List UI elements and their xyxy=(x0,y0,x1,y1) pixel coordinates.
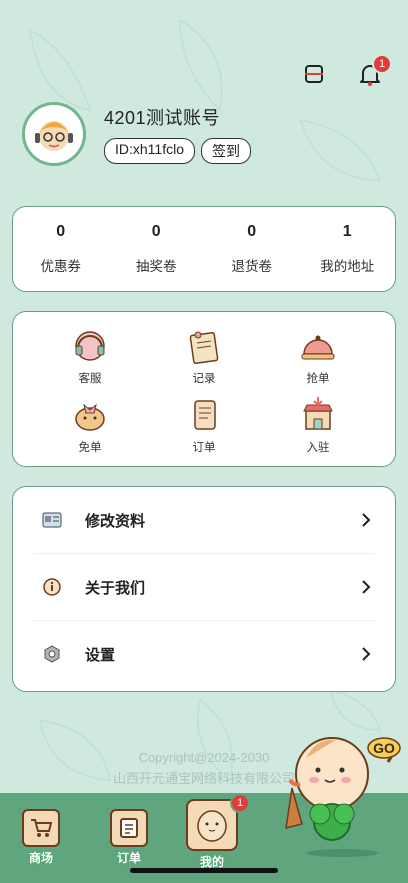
tab-orders[interactable]: 订单 xyxy=(110,809,148,866)
menu-label: 修改资料 xyxy=(85,512,146,530)
home-indicator xyxy=(130,868,278,873)
mascot-hamster: GO xyxy=(285,737,401,857)
stat-value: 0 xyxy=(247,223,257,240)
tab-mall[interactable]: 商场 xyxy=(22,809,60,866)
record-icon xyxy=(182,324,226,368)
username: 4201测试账号 xyxy=(104,108,221,128)
headset-icon xyxy=(68,324,112,368)
stat-return-vouchers[interactable]: 0 退货卷 xyxy=(204,207,300,291)
mascot-go-text: GO xyxy=(373,740,395,756)
chevron-right-icon xyxy=(362,647,371,661)
store-icon xyxy=(296,393,340,437)
avatar-character-icon xyxy=(35,121,73,151)
settings-menu: 修改资料 关于我们 设置 xyxy=(12,486,396,692)
menu-about-us[interactable]: 关于我们 xyxy=(33,554,375,621)
stat-value: 0 xyxy=(56,223,66,240)
service-label: 免单 xyxy=(78,441,102,454)
stat-my-address[interactable]: 1 我的地址 xyxy=(300,207,396,291)
service-free-order[interactable]: 免单 xyxy=(33,389,147,458)
service-label: 记录 xyxy=(192,372,216,385)
checkin-button[interactable]: 签到 xyxy=(201,138,251,164)
avatar[interactable] xyxy=(22,102,86,166)
service-label: 入驻 xyxy=(306,441,330,454)
stat-value: 0 xyxy=(151,223,161,240)
bell-dish-icon xyxy=(296,324,340,368)
cart-icon xyxy=(22,809,60,847)
stat-label: 优惠券 xyxy=(40,259,82,274)
tab-label: 订单 xyxy=(116,851,141,865)
tab-label: 商场 xyxy=(28,851,53,865)
services-grid: 客服 记录 抢单 免单 订单 入驻 xyxy=(12,311,396,467)
menu-label: 设置 xyxy=(85,646,116,664)
scan-icon[interactable] xyxy=(298,58,330,90)
stat-label: 退货卷 xyxy=(231,259,273,274)
notification-badge: 1 xyxy=(372,54,392,74)
stat-lottery[interactable]: 0 抽奖卷 xyxy=(109,207,205,291)
order-icon xyxy=(110,809,148,847)
stats-card: 0 优惠券 0 抽奖卷 0 退货卷 1 我的地址 xyxy=(12,206,396,292)
menu-settings[interactable]: 设置 xyxy=(33,621,375,687)
id-card-icon xyxy=(39,512,65,528)
service-label: 客服 xyxy=(78,372,102,385)
service-grab-order[interactable]: 抢单 xyxy=(261,320,375,389)
settings-icon xyxy=(39,645,65,663)
service-orders[interactable]: 订单 xyxy=(147,389,261,458)
stat-label: 我的地址 xyxy=(320,259,375,274)
service-label: 订单 xyxy=(192,441,216,454)
stat-label: 抽奖卷 xyxy=(136,259,177,274)
menu-label: 关于我们 xyxy=(85,579,146,597)
notification-bell-button[interactable]: 1 xyxy=(354,54,392,90)
service-label: 抢单 xyxy=(306,372,330,385)
chevron-right-icon xyxy=(362,513,371,527)
user-id-badge: ID:xh11fclo xyxy=(104,138,195,164)
service-customer-support[interactable]: 客服 xyxy=(33,320,147,389)
service-join[interactable]: 入驻 xyxy=(261,389,375,458)
stat-value: 1 xyxy=(342,223,352,240)
hamster-bow-icon xyxy=(68,393,112,437)
profile-header: 4201测试账号 ID:xh11fclo 签到 xyxy=(22,102,251,166)
menu-edit-profile[interactable]: 修改资料 xyxy=(33,487,375,554)
service-records[interactable]: 记录 xyxy=(147,320,261,389)
tab-mine[interactable]: 我的 1 xyxy=(186,793,250,870)
info-icon xyxy=(39,578,65,596)
stat-coupons[interactable]: 0 优惠券 xyxy=(13,207,109,291)
scroll-icon xyxy=(182,393,226,437)
tab-badge: 1 xyxy=(230,793,250,813)
chevron-right-icon xyxy=(362,580,371,594)
